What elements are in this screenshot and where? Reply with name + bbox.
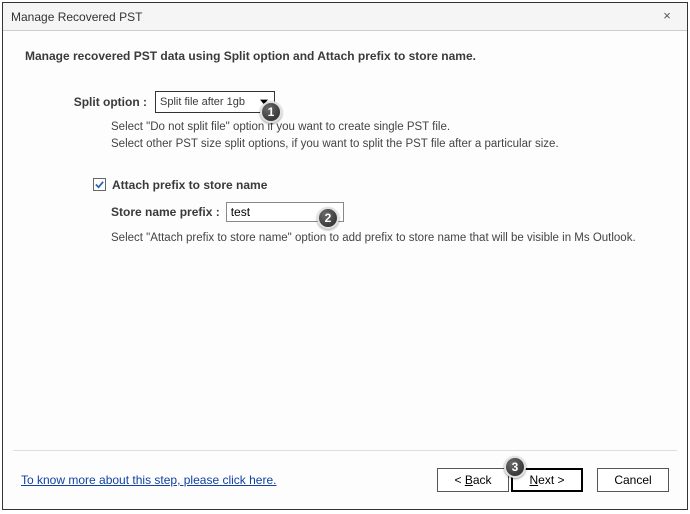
attach-prefix-label: Attach prefix to store name — [112, 178, 267, 192]
split-option-value: Split file after 1gb — [160, 96, 245, 108]
attach-prefix-checkbox[interactable] — [93, 178, 106, 191]
split-help-line1: Select "Do not split file" option if you… — [111, 119, 665, 136]
split-help-line2: Select other PST size split options, if … — [111, 136, 665, 153]
checkmark-icon — [95, 180, 104, 189]
dialog-body: Manage recovered PST data using Split op… — [3, 31, 687, 450]
split-option-row: Split option : Split file after 1gb — [25, 91, 665, 113]
footer: To know more about this step, please cli… — [3, 451, 687, 509]
dialog-window: Manage Recovered PST × Manage recovered … — [2, 2, 688, 510]
split-option-select[interactable]: Split file after 1gb — [155, 91, 275, 113]
callout-1: 1 — [260, 101, 282, 123]
close-icon[interactable]: × — [655, 7, 679, 27]
store-prefix-label: Store name prefix : — [111, 205, 226, 219]
attach-prefix-row: Attach prefix to store name — [93, 178, 665, 192]
callout-2: 2 — [317, 207, 339, 229]
cancel-button[interactable]: Cancel — [597, 468, 669, 492]
prefix-help-text: Select "Attach prefix to store name" opt… — [111, 232, 665, 244]
back-button[interactable]: < Back — [437, 468, 509, 492]
store-prefix-row: Store name prefix : — [111, 202, 665, 222]
split-option-label: Split option : — [25, 95, 155, 109]
help-link[interactable]: To know more about this step, please cli… — [21, 473, 276, 487]
titlebar: Manage Recovered PST × — [3, 3, 687, 31]
instruction-text: Manage recovered PST data using Split op… — [25, 49, 665, 63]
window-title: Manage Recovered PST — [11, 10, 655, 24]
split-help-text: Select "Do not split file" option if you… — [111, 119, 665, 154]
callout-3: 3 — [504, 456, 526, 478]
